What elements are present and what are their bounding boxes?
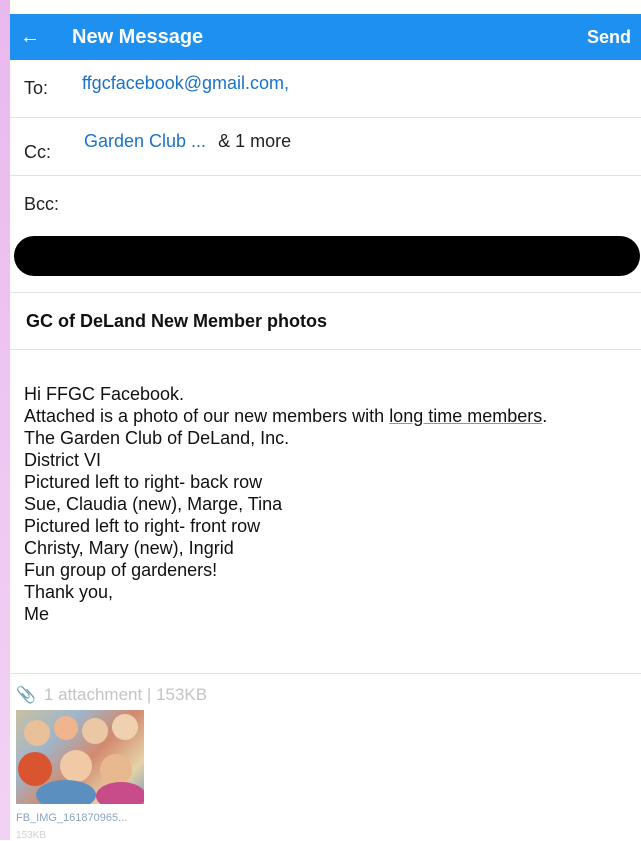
attachment-filename[interactable]: FB_IMG_161870965... bbox=[16, 812, 127, 824]
body-line: Sue, Claudia (new), Marge, Tina bbox=[24, 494, 283, 514]
to-row: To: ffgcfacebook@gmail.com, bbox=[10, 60, 641, 118]
thumbnail-clothing bbox=[96, 782, 144, 804]
thumbnail-face bbox=[18, 752, 52, 786]
arrow-left-icon[interactable]: ← bbox=[10, 26, 50, 49]
thumbnail-face bbox=[82, 718, 108, 744]
thumbnail-face bbox=[60, 750, 92, 782]
body-line: District VI bbox=[24, 450, 102, 470]
thumbnail-clothing bbox=[36, 780, 96, 804]
redacted-field bbox=[14, 236, 640, 276]
status-bar: 2:43 bbox=[10, 0, 641, 14]
subject-text: GC of DeLand New Member photos bbox=[26, 310, 328, 331]
page-title: New Message bbox=[72, 25, 204, 48]
to-recipient[interactable]: ffgcfacebook@gmail.com, bbox=[82, 73, 289, 94]
body-line: The Garden Club of DeLand, Inc. bbox=[24, 428, 290, 448]
subject-field[interactable]: GC of DeLand New Member photos bbox=[10, 292, 641, 350]
paperclip-icon: 📎 bbox=[16, 687, 36, 704]
thumbnail-face bbox=[54, 716, 78, 740]
app-bar: ← New Message Send bbox=[10, 14, 641, 60]
message-body[interactable]: Hi FFGC Facebook. Attached is a photo of… bbox=[24, 383, 634, 625]
left-border-strip bbox=[0, 0, 10, 840]
cc-label: Cc: bbox=[24, 142, 51, 162]
body-line: Hi FFGC Facebook. bbox=[24, 384, 185, 404]
body-line: Pictured left to right- back row bbox=[24, 472, 263, 492]
body-line: Pictured left to right- front row bbox=[24, 516, 261, 536]
body-line: Fun group of gardeners! bbox=[24, 560, 218, 580]
bcc-label: Bcc: bbox=[24, 194, 60, 214]
attachment-summary-text: 1 attachment | 153KB bbox=[43, 685, 208, 704]
attachment-thumbnail[interactable] bbox=[16, 710, 144, 804]
body-line: Me bbox=[24, 604, 50, 624]
body-line: Thank you, bbox=[24, 582, 114, 602]
thumbnail-face bbox=[24, 720, 50, 746]
thumbnail-face bbox=[112, 714, 138, 740]
attachment-summary: 📎 1 attachment | 153KB bbox=[16, 685, 207, 705]
body-line: Attached is a photo of our new members w… bbox=[24, 406, 548, 426]
attachment-filesize: 153KB bbox=[16, 830, 47, 841]
body-line: Christy, Mary (new), Ingrid bbox=[24, 538, 234, 558]
divider bbox=[10, 673, 641, 674]
cc-row: Cc: Garden Club ... & 1 more bbox=[10, 118, 641, 176]
to-label: To: bbox=[24, 78, 49, 98]
send-button[interactable]: Send bbox=[587, 27, 631, 48]
status-time: 2:43 bbox=[24, 0, 46, 12]
cc-recipient[interactable]: Garden Club ... bbox=[84, 131, 206, 152]
bcc-row[interactable]: Bcc: bbox=[10, 176, 641, 233]
cc-more-recipients[interactable]: & 1 more bbox=[218, 131, 291, 152]
